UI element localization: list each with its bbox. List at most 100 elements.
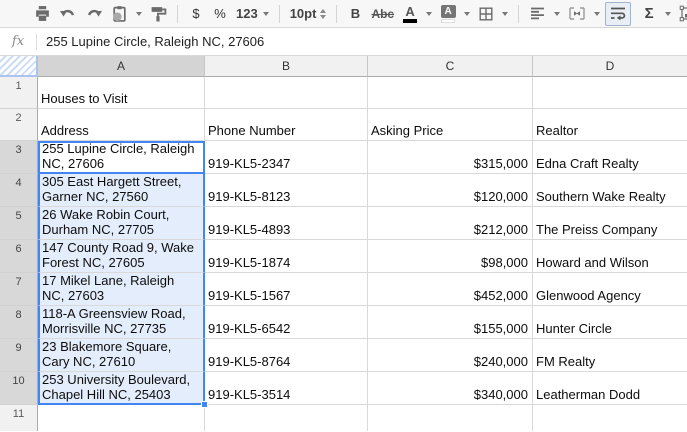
cell-b11[interactable] bbox=[205, 405, 368, 431]
spreadsheet-app: $ % 123 10pt B Abc A A Σ fx 255 Lupine C… bbox=[0, 0, 687, 432]
bold-button[interactable]: B bbox=[344, 2, 366, 26]
strikethrough-button[interactable]: Abc bbox=[368, 2, 397, 26]
column-header-row: A B C D bbox=[0, 56, 687, 77]
row-header-2[interactable]: 2 bbox=[0, 109, 38, 141]
cell-b2[interactable]: Phone Number bbox=[205, 109, 368, 141]
toolbar-separator bbox=[177, 4, 178, 23]
cell-phone[interactable]: 919-KL5-8123 bbox=[205, 174, 368, 207]
cell-realtor[interactable]: The Preiss Company bbox=[533, 207, 687, 240]
cell-c1[interactable] bbox=[368, 77, 533, 109]
align-button[interactable] bbox=[526, 2, 549, 26]
functions-button[interactable]: Σ bbox=[638, 2, 660, 26]
row-header[interactable]: 4 bbox=[0, 174, 38, 207]
cell-c2[interactable]: Asking Price bbox=[368, 109, 533, 141]
paint-format-button[interactable] bbox=[147, 2, 170, 26]
insert-chart-button[interactable] bbox=[676, 2, 687, 26]
fill-color-icon: A bbox=[440, 4, 456, 23]
text-color-button[interactable]: A bbox=[399, 2, 421, 26]
formula-input[interactable]: 255 Lupine Circle, Raleigh NC, 27606 bbox=[37, 34, 687, 49]
paste-dropdown[interactable] bbox=[133, 2, 145, 26]
cell-phone[interactable]: 919-KL5-8764 bbox=[205, 339, 368, 372]
select-all-corner[interactable] bbox=[0, 56, 38, 77]
cell-c11[interactable] bbox=[368, 405, 533, 431]
row-header[interactable]: 3 bbox=[0, 141, 38, 174]
cell-address[interactable]: 305 East Hargett Street, Garner NC, 2756… bbox=[38, 174, 205, 207]
cell-phone[interactable]: 919-KL5-2347 bbox=[205, 141, 368, 174]
cell-address[interactable]: 253 University Boulevard, Chapel Hill NC… bbox=[38, 372, 205, 405]
row-header[interactable]: 6 bbox=[0, 240, 38, 273]
text-color-dropdown[interactable] bbox=[423, 2, 435, 26]
column-header-b[interactable]: B bbox=[205, 56, 368, 77]
cell-address[interactable]: 255 Lupine Circle, Raleigh NC, 27606 bbox=[38, 141, 205, 174]
row-header[interactable]: 8 bbox=[0, 306, 38, 339]
cell-address[interactable]: 26 Wake Robin Court, Durham NC, 27705 bbox=[38, 207, 205, 240]
cell-d11[interactable] bbox=[533, 405, 687, 431]
cell-realtor[interactable]: Southern Wake Realty bbox=[533, 174, 687, 207]
font-size-button[interactable]: 10pt bbox=[287, 2, 330, 26]
cell-phone[interactable]: 919-KL5-1567 bbox=[205, 273, 368, 306]
format-percent-button[interactable]: % bbox=[209, 2, 231, 26]
cell-price[interactable]: $240,000 bbox=[368, 339, 533, 372]
paint-roller-icon bbox=[150, 5, 167, 22]
fill-color-dropdown[interactable] bbox=[461, 2, 473, 26]
cell-realtor[interactable]: Edna Craft Realty bbox=[533, 141, 687, 174]
cell-a1[interactable]: Houses to Visit bbox=[38, 77, 205, 109]
row-header-11[interactable]: 11 bbox=[0, 405, 38, 431]
borders-icon bbox=[478, 6, 494, 22]
merge-dropdown[interactable] bbox=[591, 2, 603, 26]
row-header[interactable]: 5 bbox=[0, 207, 38, 240]
cell-realtor[interactable]: Glenwood Agency bbox=[533, 273, 687, 306]
cell-address[interactable]: 23 Blakemore Square, Cary NC, 27610 bbox=[38, 339, 205, 372]
font-size-stepper-icon bbox=[320, 8, 327, 19]
chevron-down-icon bbox=[665, 11, 672, 16]
cell-realtor[interactable]: Howard and Wilson bbox=[533, 240, 687, 273]
fill-handle[interactable] bbox=[201, 401, 208, 408]
cell-address[interactable]: 147 County Road 9, Wake Forest NC, 27605 bbox=[38, 240, 205, 273]
cell-address[interactable]: 17 Mikel Lane, Raleigh NC, 27603 bbox=[38, 273, 205, 306]
row-header[interactable]: 10 bbox=[0, 372, 38, 405]
cell-address[interactable]: 118-A Greensview Road, Morrisville NC, 2… bbox=[38, 306, 205, 339]
redo-button[interactable] bbox=[82, 2, 106, 26]
cell-phone[interactable]: 919-KL5-4893 bbox=[205, 207, 368, 240]
print-button[interactable] bbox=[31, 2, 54, 26]
wrap-text-button[interactable] bbox=[605, 1, 632, 26]
column-header-a[interactable]: A bbox=[38, 56, 205, 77]
printer-icon bbox=[34, 5, 51, 22]
row-header-1[interactable]: 1 bbox=[0, 77, 38, 109]
cell-price[interactable]: $155,000 bbox=[368, 306, 533, 339]
sigma-label: Σ bbox=[644, 5, 654, 22]
cell-d2[interactable]: Realtor bbox=[533, 109, 687, 141]
chevron-down-icon bbox=[464, 11, 471, 16]
paste-button[interactable] bbox=[108, 2, 131, 26]
column-header-d[interactable]: D bbox=[533, 56, 687, 77]
functions-dropdown[interactable] bbox=[662, 2, 674, 26]
cell-phone[interactable]: 919-KL5-3514 bbox=[205, 372, 368, 405]
cell-price[interactable]: $315,000 bbox=[368, 141, 533, 174]
row-header[interactable]: 9 bbox=[0, 339, 38, 372]
merge-cells-button[interactable] bbox=[565, 2, 589, 26]
cell-price[interactable]: $120,000 bbox=[368, 174, 533, 207]
cell-phone[interactable]: 919-KL5-1874 bbox=[205, 240, 368, 273]
format-currency-button[interactable]: $ bbox=[185, 2, 207, 26]
cell-d1[interactable] bbox=[533, 77, 687, 109]
borders-button[interactable] bbox=[475, 2, 497, 26]
cell-realtor[interactable]: FM Realty bbox=[533, 339, 687, 372]
row-header[interactable]: 7 bbox=[0, 273, 38, 306]
cell-phone[interactable]: 919-KL5-6542 bbox=[205, 306, 368, 339]
borders-dropdown[interactable] bbox=[499, 2, 511, 26]
cell-price[interactable]: $212,000 bbox=[368, 207, 533, 240]
column-header-c[interactable]: C bbox=[368, 56, 533, 77]
number-format-button[interactable]: 123 bbox=[233, 2, 272, 26]
cell-realtor[interactable]: Hunter Circle bbox=[533, 306, 687, 339]
cell-b1[interactable] bbox=[205, 77, 368, 109]
cell-price[interactable]: $98,000 bbox=[368, 240, 533, 273]
cell-a11[interactable] bbox=[38, 405, 205, 431]
cell-price[interactable]: $340,000 bbox=[368, 372, 533, 405]
fill-color-button[interactable]: A bbox=[437, 2, 459, 26]
cell-realtor[interactable]: Leatherman Dodd bbox=[533, 372, 687, 405]
align-dropdown[interactable] bbox=[551, 2, 563, 26]
undo-button[interactable] bbox=[56, 2, 80, 26]
cell-price[interactable]: $452,000 bbox=[368, 273, 533, 306]
cell-a2[interactable]: Address bbox=[38, 109, 205, 141]
chevron-down-icon bbox=[262, 11, 269, 16]
